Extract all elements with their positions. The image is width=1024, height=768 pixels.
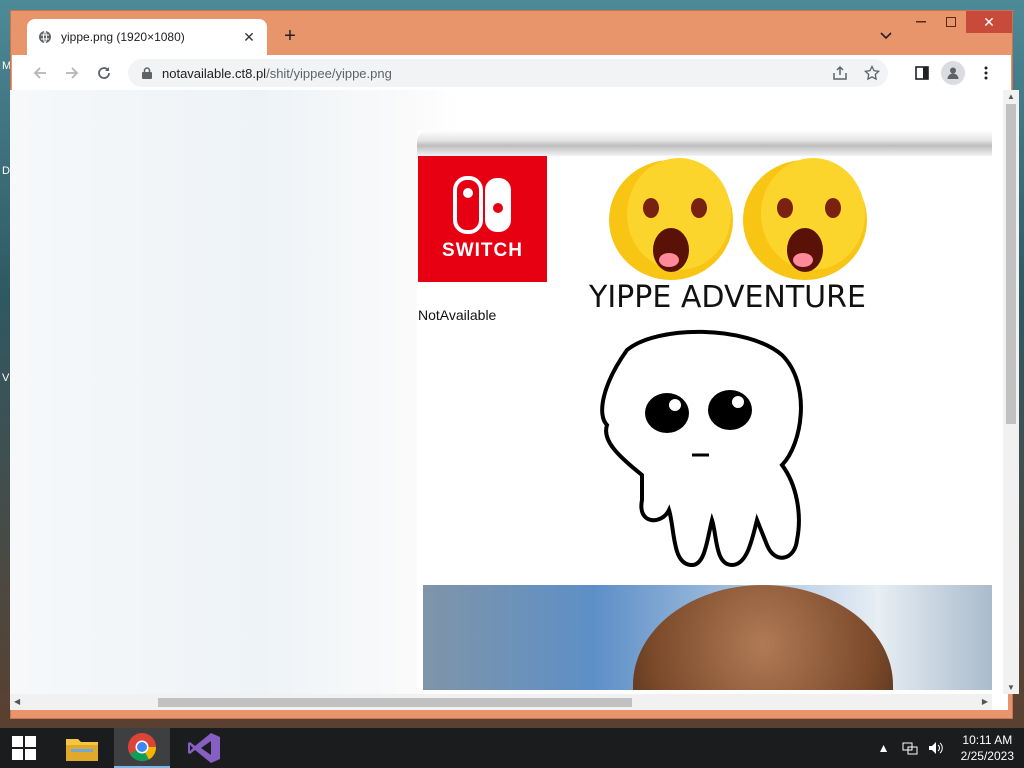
horizontal-scroll-thumb[interactable] (158, 698, 632, 707)
clock-time: 10:11 AM (962, 733, 1013, 747)
surprised-face-icon (743, 158, 867, 280)
side-panel-icon[interactable] (910, 61, 934, 85)
reload-icon[interactable] (92, 61, 116, 85)
file-explorer-button[interactable] (54, 728, 110, 768)
desktop-icon-label[interactable]: D (2, 165, 10, 177)
cartoon-creature (600, 329, 803, 568)
lock-icon[interactable] (140, 66, 154, 80)
kebab-menu-icon[interactable] (974, 61, 998, 85)
network-icon[interactable] (899, 737, 921, 759)
chrome-icon (128, 733, 157, 762)
url-path: /shit/yippee/yippe.png (266, 65, 392, 81)
logo-brand: SWITCH (442, 240, 523, 261)
tab-strip: yippe.png (1920×1080) ✕ + ✕ (11, 11, 1012, 55)
image-caption: NotAvailable (418, 307, 497, 323)
image-frame-bar (417, 130, 992, 156)
console-icon (452, 176, 511, 234)
forward-arrow-icon[interactable] (60, 61, 84, 85)
minimize-button[interactable] (906, 11, 936, 33)
share-icon[interactable] (830, 63, 850, 83)
surprised-face-icon (609, 158, 733, 280)
desktop-icon-label[interactable]: V (2, 372, 9, 384)
close-window-button[interactable]: ✕ (966, 11, 1012, 33)
browser-toolbar: notavailable.ct8.pl/shit/yippee/yippe.pn… (12, 55, 1011, 91)
tab-title: yippe.png (1920×1080) (61, 30, 185, 44)
photo-subject (633, 585, 893, 690)
horizontal-scrollbar[interactable]: ◀ ▶ (10, 694, 992, 710)
switch-logo: SWITCH (418, 156, 547, 282)
vertical-scroll-thumb[interactable] (1006, 104, 1016, 424)
vertical-scrollbar[interactable]: ▲ ▼ (1003, 90, 1019, 694)
url-host: notavailable.ct8.pl (162, 65, 267, 81)
image-headline: YIPPE ADVENTURE (589, 280, 866, 315)
back-arrow-icon[interactable] (28, 61, 52, 85)
maximize-button[interactable] (936, 11, 966, 33)
scroll-left-icon[interactable]: ◀ (14, 697, 20, 706)
profile-avatar-icon[interactable] (941, 61, 965, 85)
taskbar-clock[interactable]: 10:11 AM 2/25/2023 (961, 732, 1014, 764)
close-tab-icon[interactable]: ✕ (241, 29, 257, 45)
scroll-right-icon[interactable]: ▶ (982, 697, 988, 706)
bookmark-star-icon[interactable] (862, 63, 882, 83)
show-hidden-icons-chevron-icon[interactable]: ▲ (873, 737, 895, 759)
page-viewport[interactable]: SWITCH YIPPE ADVENTURE NotAvailable (10, 90, 1008, 710)
scroll-down-icon[interactable]: ▼ (1007, 683, 1015, 692)
chrome-taskbar-button[interactable] (114, 728, 170, 768)
folder-icon (66, 739, 98, 761)
browser-tab[interactable]: yippe.png (1920×1080) ✕ (27, 19, 267, 55)
emoji-row (607, 158, 869, 284)
displayed-image: SWITCH YIPPE ADVENTURE NotAvailable (417, 130, 992, 690)
windows-logo-icon (12, 736, 36, 760)
new-tab-button[interactable]: + (279, 25, 301, 47)
photo-strip (423, 585, 992, 690)
visual-studio-button[interactable] (176, 728, 232, 768)
scroll-up-icon[interactable]: ▲ (1007, 92, 1015, 101)
window-controls: ✕ (906, 11, 1012, 35)
start-button[interactable] (0, 728, 48, 768)
address-bar[interactable]: notavailable.ct8.pl/shit/yippee/yippe.pn… (128, 59, 888, 87)
clock-date: 2/25/2023 (960, 749, 1014, 763)
globe-icon (37, 29, 53, 45)
system-tray: ▲ 10:11 AM 2/25/2023 (869, 728, 1014, 768)
visual-studio-icon (188, 733, 220, 763)
volume-icon[interactable] (925, 737, 947, 759)
tab-search-chevron-icon[interactable] (875, 25, 897, 47)
taskbar: ▲ 10:11 AM 2/25/2023 (0, 728, 1024, 768)
